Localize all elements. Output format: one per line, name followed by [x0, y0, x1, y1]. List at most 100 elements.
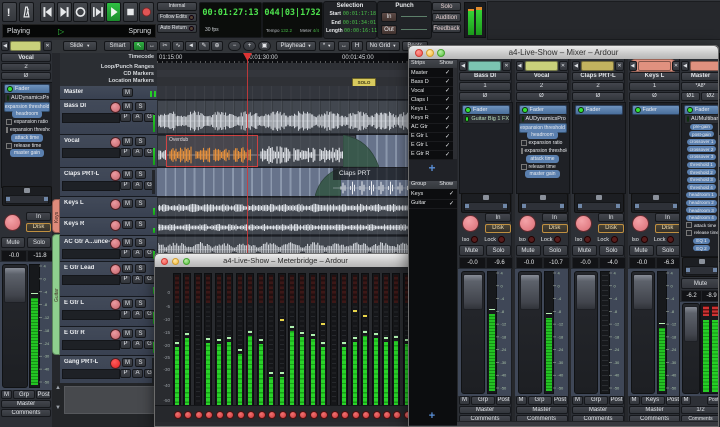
nudge-button[interactable]: ↔: [338, 41, 350, 51]
bridge-rec-button[interactable]: [194, 410, 203, 419]
panner-track[interactable]: [577, 202, 621, 211]
mouse-mode-range-button[interactable]: ↔: [146, 41, 158, 51]
vca-button[interactable]: M: [681, 396, 691, 405]
record-enable-button[interactable]: [110, 299, 121, 310]
track-solo-button[interactable]: S: [135, 299, 146, 308]
ruler-label-timecode[interactable]: Timecode: [128, 54, 154, 60]
strip-color-swatch[interactable]: [524, 61, 558, 71]
track-name-entry[interactable]: [62, 275, 120, 285]
toggle-internal[interactable]: Internal: [157, 2, 197, 11]
gain-fader-handle[interactable]: [632, 274, 653, 310]
processor-led[interactable]: [687, 116, 689, 122]
strip-hide-button[interactable]: ✕: [615, 61, 624, 71]
panner-handle[interactable]: [698, 259, 705, 264]
track-name-entry[interactable]: [62, 148, 120, 158]
processor-led[interactable]: [465, 107, 471, 113]
plugin-control-4[interactable]: crossover 3: [684, 153, 718, 160]
panner[interactable]: [517, 193, 568, 213]
control-label[interactable]: headroom 3: [686, 207, 717, 214]
bridge-rec-button[interactable]: [341, 410, 350, 419]
solo-lock-led[interactable]: [497, 236, 505, 243]
monitor-input-button[interactable]: In: [654, 213, 681, 222]
solo-iso-label[interactable]: Iso: [519, 237, 526, 243]
track-header[interactable]: Keys R MS: [60, 218, 157, 236]
record-enable-button[interactable]: [110, 137, 121, 148]
monitor-disk-button[interactable]: Disk: [654, 223, 681, 233]
bridge-rec-button[interactable]: [362, 410, 371, 419]
bridge-rec-button[interactable]: [320, 410, 329, 419]
track-automation-button[interactable]: A: [132, 369, 143, 378]
bridge-rec-button[interactable]: [247, 410, 256, 419]
processor-led[interactable]: [465, 116, 470, 122]
processor-plugin[interactable]: Guitar Big 1 FX: [462, 114, 510, 124]
track-automation-button[interactable]: A: [132, 340, 143, 349]
track-solo-button[interactable]: S: [135, 220, 146, 229]
control-checkbox[interactable]: [520, 163, 527, 170]
vca-button[interactable]: M: [628, 396, 640, 405]
snap-mode-combo[interactable]: No Grid ▼: [366, 41, 400, 51]
groups-table-row[interactable]: Guitar ✓: [409, 199, 457, 209]
bridge-rec-button[interactable]: [330, 410, 339, 419]
strip-hide-button[interactable]: ✕: [558, 61, 568, 71]
control-label[interactable]: post-gain: [689, 131, 714, 138]
control-label[interactable]: crossover 2: [686, 146, 717, 153]
group-button[interactable]: Grp: [13, 390, 35, 399]
strip-color-swatch[interactable]: [10, 41, 41, 51]
panner-handle[interactable]: [24, 188, 30, 193]
primary-clock[interactable]: 00:01:27:13 30 fps: [199, 2, 262, 38]
strips-table-scrollbar[interactable]: [453, 68, 457, 159]
record-enable-button[interactable]: [110, 329, 121, 340]
monitor-disk-button[interactable]: Disk: [541, 223, 568, 233]
monitor-disk-button[interactable]: Disk: [485, 223, 511, 233]
strips-table-row[interactable]: E Gtr R ✓: [409, 150, 453, 160]
transport-play-range-button[interactable]: [89, 2, 105, 22]
track-solo-button[interactable]: S: [135, 199, 146, 208]
solo-lock-label[interactable]: Lock: [541, 237, 553, 243]
panner[interactable]: [2, 186, 52, 206]
track-automation-button[interactable]: A: [132, 275, 143, 284]
control-label[interactable]: master gain: [525, 170, 560, 179]
solo-lock-led[interactable]: [667, 236, 675, 243]
track-header[interactable]: AC Gtr A...unce-1 M S P A G: [60, 236, 157, 262]
track-mute-button[interactable]: M: [122, 220, 133, 229]
bridge-rec-button[interactable]: [309, 410, 318, 419]
plugin-control-0[interactable]: pre-gain: [684, 123, 718, 130]
vca-button[interactable]: M: [459, 396, 470, 405]
panner-track[interactable]: [464, 202, 508, 211]
strip-color-swatch[interactable]: [581, 61, 614, 71]
processor-fader[interactable]: Fader: [631, 105, 680, 115]
strip-name-button[interactable]: Master: [681, 72, 718, 81]
bridge-rec-button[interactable]: [236, 410, 245, 419]
strip-shrink-button[interactable]: ◀: [681, 61, 689, 71]
strip-input-button[interactable]: 2: [572, 81, 624, 91]
edit-mode-combo[interactable]: Slide ▼: [63, 41, 97, 51]
panner-track[interactable]: [520, 202, 565, 211]
control-checkbox[interactable]: [6, 126, 8, 133]
record-enable-button[interactable]: [575, 215, 592, 232]
track-playlist-button[interactable]: P: [120, 275, 131, 284]
bridge-rec-button[interactable]: [278, 410, 287, 419]
track-mute-button[interactable]: M: [122, 238, 133, 247]
metering-point-button[interactable]: Post: [552, 396, 568, 405]
plugin-control-5[interactable]: release time: [519, 163, 567, 171]
panner-handle[interactable]: [483, 195, 489, 200]
solo-button[interactable]: Solo: [432, 2, 461, 11]
strip-name-button[interactable]: Vocal: [515, 72, 568, 81]
processor-led[interactable]: [578, 107, 584, 113]
gain-fader-handle[interactable]: [519, 274, 540, 310]
transport-record-button[interactable]: [139, 2, 154, 22]
solo-button[interactable]: Solo: [542, 245, 568, 256]
zoom-plus-button[interactable]: +: [243, 41, 256, 51]
plugin-control-7[interactable]: threshold 3: [684, 176, 718, 183]
plugin-control-4[interactable]: attack time: [4, 133, 50, 142]
strip-row-check[interactable]: ✓: [445, 69, 450, 76]
control-label[interactable]: headroom 4: [686, 214, 717, 221]
bridge-rec-button[interactable]: [184, 410, 193, 419]
transport-midi-panic-button[interactable]: !: [2, 2, 17, 22]
control-label[interactable]: crossover 1: [686, 138, 717, 145]
summary-view-range[interactable]: [64, 386, 159, 414]
mute-button[interactable]: Mute: [628, 245, 654, 256]
processor-box[interactable]: Fader AUDynamicsPro expansion threshold hea…: [1, 82, 53, 188]
strip-color-swatch[interactable]: [468, 61, 501, 71]
bridge-rec-button[interactable]: [268, 410, 277, 419]
